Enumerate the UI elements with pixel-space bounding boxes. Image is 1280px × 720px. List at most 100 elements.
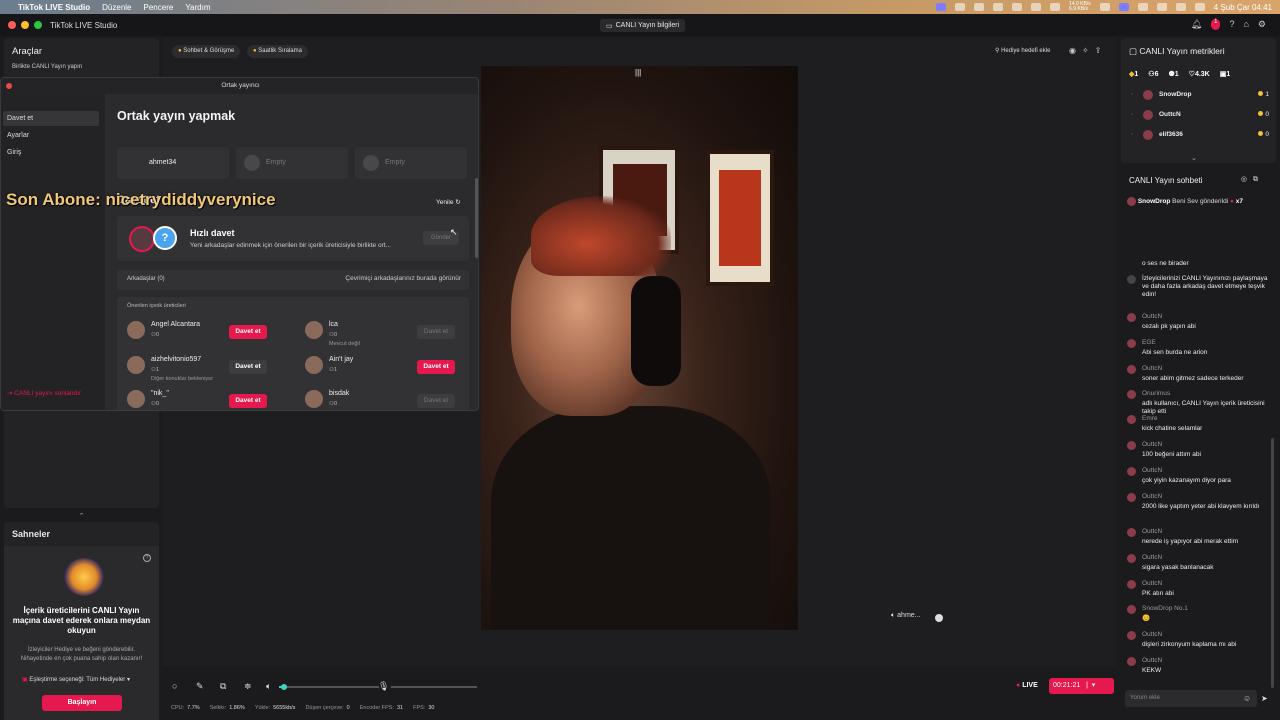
- chip-hourly-ranking[interactable]: ● Saatlik Sıralama: [247, 45, 308, 58]
- cohost-slot[interactable]: Empty: [355, 147, 467, 179]
- close-modal-button[interactable]: [6, 83, 12, 89]
- exit-icon: ⇥: [7, 390, 13, 397]
- creator-count: ⚇0: [329, 401, 337, 407]
- side-item-settings[interactable]: Ayarlar: [3, 128, 99, 143]
- invite-button[interactable]: Davet et: [229, 360, 267, 374]
- comment-input[interactable]: Yorum ekle: [1125, 690, 1257, 707]
- chat-username: EGE: [1142, 339, 1156, 346]
- match-option-select[interactable]: ▣ Eşleştirme seçeneği: Tüm Hediyeler ▾: [22, 676, 130, 683]
- viewer-name: SnowDrop: [1159, 91, 1192, 98]
- metrics-title-label: CANLI Yayın metrikleri: [1139, 46, 1225, 56]
- menu-window[interactable]: Pencere: [144, 3, 174, 12]
- viewer-row[interactable]: ◦ OuttcN 0: [1129, 110, 1269, 122]
- cohost-slot[interactable]: Empty: [236, 147, 348, 179]
- home-icon[interactable]: ⌂: [1243, 19, 1248, 30]
- minimize-window-button[interactable]: [21, 21, 29, 29]
- modal-scrollbar[interactable]: [475, 178, 478, 258]
- send-icon[interactable]: ➤: [1261, 694, 1268, 703]
- avatar: [1127, 415, 1136, 424]
- record-icon[interactable]: ○: [172, 681, 177, 691]
- mouse-cursor: ↖: [450, 227, 458, 237]
- invite-button[interactable]: Davet et: [229, 394, 267, 408]
- status-icon[interactable]: [974, 3, 985, 11]
- settings-sliders-icon[interactable]: ≑: [244, 681, 252, 692]
- side-item-login[interactable]: Giriş: [3, 145, 99, 160]
- chip-chat-call[interactable]: ● Sohbet & Görüşme: [172, 45, 241, 58]
- bell-icon[interactable]: 🔔︎: [1191, 19, 1202, 30]
- creator-name: lca: [329, 321, 338, 328]
- chat-text: 😊: [1142, 615, 1151, 622]
- guest-options-button[interactable]: [935, 614, 943, 622]
- speaker-icon[interactable]: 🔈︎: [266, 681, 271, 692]
- add-gift-goal-button[interactable]: ⚲ Hediye hedefi ekle: [995, 47, 1050, 54]
- close-window-button[interactable]: [8, 21, 16, 29]
- chat-text: PK atın abi: [1142, 590, 1174, 597]
- volume-slider[interactable]: [279, 684, 379, 690]
- settings-icon[interactable]: ⚙︎: [1258, 19, 1266, 30]
- avatar: [1127, 441, 1136, 450]
- viewer-row[interactable]: ◦ elif3636 0: [1129, 130, 1269, 142]
- end-live-link[interactable]: ⇥ CANLI yayını sonlandır: [7, 389, 81, 397]
- search-icon[interactable]: [1175, 3, 1186, 11]
- status-icon[interactable]: [1137, 3, 1148, 11]
- popout-icon[interactable]: ⧉: [1253, 176, 1264, 183]
- side-item-invite[interactable]: Davet et: [3, 111, 99, 126]
- rank-icon: ◦: [1131, 111, 1134, 118]
- help-icon[interactable]: ?: [1229, 19, 1234, 30]
- viewers-stat: ⚇6: [1148, 71, 1159, 78]
- menu-edit[interactable]: Düzenle: [102, 3, 131, 12]
- status-icon[interactable]: [1118, 3, 1129, 11]
- avatar: [1127, 631, 1136, 640]
- avatar: [127, 321, 145, 339]
- record-icon[interactable]: ◉: [1069, 46, 1082, 55]
- start-button[interactable]: Başlayın: [42, 695, 122, 711]
- invite-button[interactable]: Davet et: [417, 360, 455, 374]
- sparkle-icon[interactable]: ✧: [1082, 46, 1095, 55]
- mic-slider[interactable]: [391, 686, 477, 688]
- status-icon[interactable]: [1012, 3, 1023, 11]
- status-icon[interactable]: [1099, 3, 1110, 11]
- status-icon[interactable]: [1050, 3, 1061, 11]
- person-icon: [244, 155, 260, 171]
- gift-user: SnowDrop: [1137, 198, 1171, 206]
- timer-value: 00:21:21: [1053, 682, 1081, 689]
- chat-username: Emre: [1142, 415, 1158, 422]
- invite-button[interactable]: Davet et: [417, 394, 455, 408]
- chat-text: sigara yasak banlanacak: [1142, 564, 1214, 571]
- viewer-row[interactable]: ◦ SnowDrop 1: [1129, 90, 1269, 102]
- chat-scrollbar[interactable]: [1271, 438, 1274, 688]
- stat-key: FPS:: [413, 705, 426, 711]
- expand-icon[interactable]: ⌄: [1191, 154, 1197, 162]
- emoji-icon[interactable]: ☺: [1243, 694, 1251, 703]
- chat-title: CANLI Yayın sohbeti: [1129, 176, 1203, 185]
- chat-username: OuttcN: [1142, 580, 1163, 587]
- menu-help[interactable]: Yardım: [185, 3, 210, 12]
- collapse-handle[interactable]: ⌃: [4, 512, 159, 521]
- refresh-button[interactable]: Yenile ↻: [436, 198, 461, 206]
- window-title: TikTok LIVE Studio: [50, 20, 118, 30]
- edit-icon[interactable]: ✎: [196, 681, 204, 692]
- status-icon[interactable]: [955, 3, 966, 11]
- wifi-icon[interactable]: [1156, 3, 1167, 11]
- control-center-icon[interactable]: [1194, 3, 1205, 11]
- avatar: [1127, 339, 1136, 348]
- menu-app-name[interactable]: TikTok LIVE Studio: [18, 3, 90, 12]
- invite-button[interactable]: Davet et: [229, 325, 267, 339]
- status-icon[interactable]: [1031, 3, 1042, 11]
- cohost-slot[interactable]: ahmet34: [117, 147, 229, 179]
- clock[interactable]: 4 Şub Çar 04:41: [1214, 3, 1272, 12]
- status-icon[interactable]: [936, 3, 947, 11]
- status-icon[interactable]: [993, 3, 1004, 11]
- coin-icon: [1258, 111, 1264, 116]
- settings-icon[interactable]: ◎: [1241, 176, 1253, 183]
- viewer-coins: 1: [1258, 91, 1269, 98]
- layout-icon[interactable]: ⧉: [220, 681, 226, 692]
- maximize-window-button[interactable]: [34, 21, 42, 29]
- invite-button[interactable]: Davet et: [417, 325, 455, 339]
- live-info-button[interactable]: ▭ CANLI Yayın bilgileri: [600, 19, 686, 32]
- mic-icon[interactable]: 🎙︎: [378, 681, 389, 692]
- avatar: [1127, 657, 1136, 666]
- help-icon[interactable]: ?: [143, 554, 151, 562]
- live-timer-button[interactable]: 00:21:21 | ▾: [1049, 678, 1114, 694]
- share-icon[interactable]: ⇪: [1095, 46, 1108, 55]
